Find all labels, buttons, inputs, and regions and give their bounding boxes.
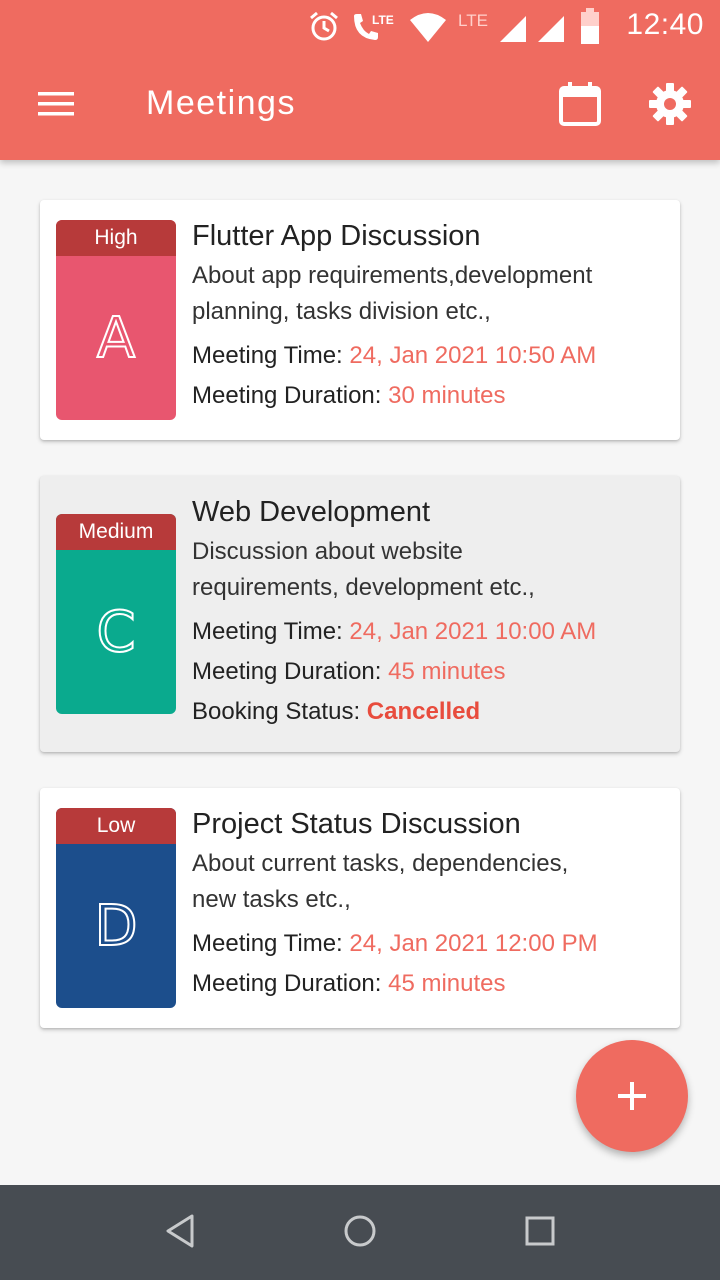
avatar-letter: D [93, 893, 138, 960]
meeting-details: Web Development Discussion about website… [192, 494, 664, 732]
meeting-time-label: Meeting Time: [192, 618, 343, 645]
meeting-duration-row: Meeting Duration: 45 minutes [192, 964, 664, 1004]
meeting-duration-value: 45 minutes [388, 970, 506, 997]
meeting-details: Flutter App Discussion About app require… [192, 218, 664, 416]
navigation-bar [0, 1185, 720, 1280]
priority-badge: High [56, 220, 176, 256]
meeting-title: Project Status Discussion [192, 808, 521, 840]
meeting-description: Discussion about website requirements, d… [192, 534, 664, 606]
recents-button[interactable] [524, 1213, 556, 1254]
meeting-details: Project Status Discussion About current … [192, 806, 664, 1004]
priority-badge: Low [56, 808, 176, 844]
add-meeting-button[interactable] [576, 1040, 688, 1152]
booking-status-value: Cancelled [366, 698, 481, 725]
meeting-description: About current tasks, dependencies, new t… [192, 846, 664, 918]
meeting-duration-label: Meeting Duration: [192, 970, 382, 997]
description-line: Discussion about website [192, 538, 463, 565]
calendar-button[interactable] [556, 80, 604, 128]
meeting-duration-label: Meeting Duration: [192, 658, 382, 685]
description-line: About current tasks, dependencies, [192, 850, 569, 877]
home-button[interactable] [342, 1213, 378, 1254]
back-icon [166, 1214, 194, 1248]
menu-icon [38, 92, 74, 116]
meeting-duration-value: 45 minutes [388, 658, 506, 685]
priority-badge: Medium [56, 514, 176, 550]
recents-icon [525, 1216, 555, 1246]
meeting-card[interactable]: Medium C Web Development Discussion abou… [40, 476, 680, 752]
avatar-letter: C [95, 599, 136, 666]
meeting-time-row: Meeting Time: 24, Jan 2021 12:00 PM [192, 924, 664, 964]
avatar: Medium C [56, 514, 176, 714]
status-icons: LTE LTE [308, 6, 608, 46]
gear-icon [649, 83, 691, 125]
settings-button[interactable] [648, 82, 692, 126]
meeting-time-row: Meeting Time: 24, Jan 2021 10:50 AM [192, 336, 664, 376]
plus-icon [618, 1082, 646, 1110]
booking-status-row: Booking Status: Cancelled [192, 692, 664, 732]
battery-icon [581, 8, 599, 44]
meeting-title: Flutter App Discussion [192, 220, 481, 252]
app-bar: LTE LTE 12:40 Meetings [0, 0, 720, 160]
meeting-duration-row: Meeting Duration: 30 minutes [192, 376, 664, 416]
meeting-time-value: 24, Jan 2021 10:00 AM [349, 618, 597, 645]
meeting-duration-value: 30 minutes [388, 382, 506, 409]
meeting-card[interactable]: High A Flutter App Discussion About app … [40, 200, 680, 440]
page-title: Meetings [146, 84, 296, 122]
meeting-list: High A Flutter App Discussion About app … [0, 160, 720, 1185]
description-line: About app requirements,development [192, 262, 593, 289]
avatar: High A [56, 220, 176, 420]
meeting-time-label: Meeting Time: [192, 342, 343, 369]
lte-icon: LTE [458, 11, 488, 30]
booking-status-label: Booking Status: [192, 698, 361, 725]
meeting-card[interactable]: Low D Project Status Discussion About cu… [40, 788, 680, 1028]
signal-icon [500, 16, 526, 42]
home-icon [344, 1215, 376, 1247]
calendar-icon [559, 82, 601, 126]
meeting-description: About app requirements,development plann… [192, 258, 664, 330]
menu-button[interactable] [36, 88, 76, 120]
meeting-title: Web Development [192, 496, 431, 528]
lte-label-1: LTE [372, 13, 394, 27]
meeting-time-row: Meeting Time: 24, Jan 2021 10:00 AM [192, 612, 664, 652]
lte-label-2: LTE [458, 11, 488, 30]
lte-call-icon: LTE [354, 13, 394, 40]
meeting-duration-label: Meeting Duration: [192, 382, 382, 409]
status-bar: LTE LTE 12:40 [0, 0, 720, 50]
alarm-icon [310, 11, 338, 41]
back-button[interactable] [164, 1213, 196, 1254]
description-line: new tasks etc., [192, 886, 351, 913]
status-time: 12:40 [626, 8, 704, 41]
description-line: planning, tasks division etc., [192, 298, 491, 325]
signal-icon [538, 16, 564, 42]
description-line: requirements, development etc., [192, 574, 535, 601]
meeting-time-label: Meeting Time: [192, 930, 343, 957]
avatar-letter: A [96, 305, 136, 372]
wifi-icon [410, 13, 446, 42]
meeting-time-value: 24, Jan 2021 12:00 PM [349, 930, 598, 957]
meeting-time-value: 24, Jan 2021 10:50 AM [349, 342, 597, 369]
meeting-duration-row: Meeting Duration: 45 minutes [192, 652, 664, 692]
avatar: Low D [56, 808, 176, 1008]
